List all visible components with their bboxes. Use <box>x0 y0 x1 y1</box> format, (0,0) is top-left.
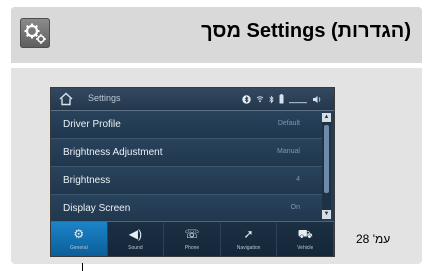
navigation-icon: ➚ <box>243 227 254 241</box>
card-header: מסך Settings (הגדרות) <box>11 7 422 68</box>
page-number: עמ' 28 <box>356 232 391 246</box>
list-item[interactable]: Driver Profile Default <box>51 111 322 139</box>
wifi-icon <box>256 96 264 103</box>
row-label: Brightness Adjustment <box>63 147 163 158</box>
tab-label: Navigation <box>236 245 261 251</box>
tab-vehicle[interactable]: ⛟ Vehicle <box>277 222 334 256</box>
gear-icon: ⚙ <box>73 227 85 241</box>
header-divider <box>11 63 422 67</box>
battery-icon <box>279 94 284 104</box>
home-icon[interactable] <box>58 91 74 107</box>
signal-icon <box>289 101 307 103</box>
callout-tick <box>82 263 83 271</box>
tab-phone[interactable]: ☏ Phone <box>164 222 221 256</box>
status-title: Settings <box>88 93 121 103</box>
scroll-down-button[interactable]: ▼ <box>322 210 331 219</box>
settings-list: Driver Profile Default Brightness Adjust… <box>51 111 322 223</box>
speaker-icon: ◀) <box>128 227 142 241</box>
tab-general[interactable]: ⚙ General <box>51 222 108 256</box>
manual-page: מסך Settings (הגדרות) Settings Driver Pr… <box>0 0 431 271</box>
status-icons <box>242 92 322 106</box>
page-title: מסך Settings (הגדרות) <box>201 20 411 42</box>
status-bar: Settings <box>51 88 334 111</box>
phone-icon: ☏ <box>184 227 200 241</box>
scroll-up-button[interactable]: ▲ <box>322 113 331 122</box>
row-label: Display Screen <box>63 203 131 214</box>
tab-label: Phone <box>184 245 200 251</box>
tab-label: Sound <box>128 245 143 251</box>
infotainment-screen: Settings Driver Profile Default Brightne… <box>50 87 335 257</box>
scroll-thumb[interactable] <box>324 125 329 193</box>
car-icon: ⛟ <box>297 227 313 241</box>
volume-icon <box>313 95 321 103</box>
row-label: Driver Profile <box>63 119 121 130</box>
list-item[interactable]: Brightness 4 <box>51 167 322 195</box>
row-value: Manual <box>277 148 300 155</box>
row-value: Default <box>277 120 300 127</box>
tab-label: Vehicle <box>297 245 314 251</box>
list-item[interactable]: Display Screen On <box>51 195 322 223</box>
tab-bar: ⚙ General ◀) Sound ☏ Phone ➚ Navigation … <box>51 221 334 256</box>
bluetooth-small-icon <box>269 95 274 103</box>
scrollbar[interactable]: ▲ ▼ <box>322 113 331 219</box>
row-value: On <box>290 204 300 211</box>
row-value: 4 <box>296 176 300 183</box>
tab-navigation[interactable]: ➚ Navigation <box>221 222 278 256</box>
tab-label: General <box>69 245 88 251</box>
tab-sound[interactable]: ◀) Sound <box>108 222 165 256</box>
bluetooth-icon <box>242 94 251 104</box>
gears-icon <box>20 18 50 48</box>
row-label: Brightness <box>63 175 111 186</box>
list-item[interactable]: Brightness Adjustment Manual <box>51 139 322 167</box>
